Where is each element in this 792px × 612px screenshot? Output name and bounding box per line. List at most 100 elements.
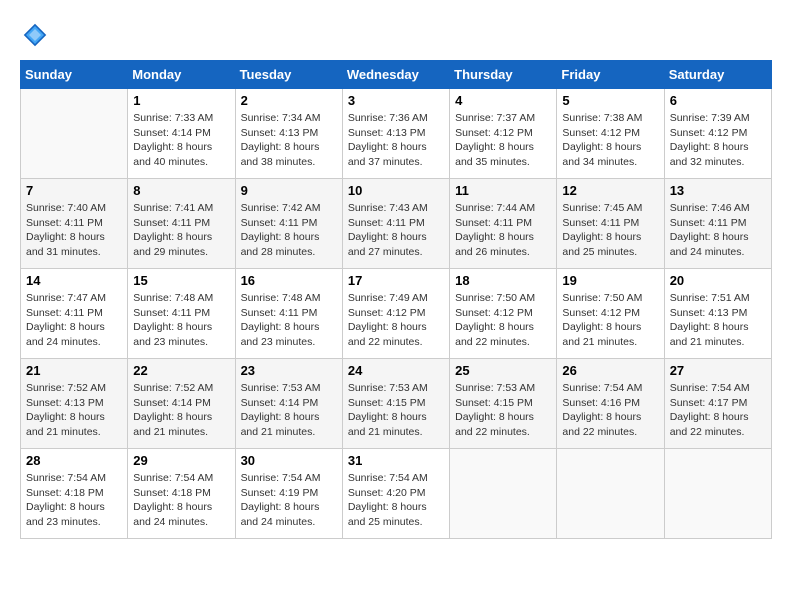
calendar-table: SundayMondayTuesdayWednesdayThursdayFrid… bbox=[20, 60, 772, 539]
day-number: 21 bbox=[26, 363, 122, 378]
day-info: Sunrise: 7:39 AM Sunset: 4:12 PM Dayligh… bbox=[670, 111, 766, 170]
day-number: 26 bbox=[562, 363, 658, 378]
day-cell: 27 Sunrise: 7:54 AM Sunset: 4:17 PM Dayli… bbox=[664, 359, 771, 449]
day-number: 6 bbox=[670, 93, 766, 108]
day-cell bbox=[664, 449, 771, 539]
header-cell-sunday: Sunday bbox=[21, 61, 128, 89]
day-info: Sunrise: 7:52 AM Sunset: 4:13 PM Dayligh… bbox=[26, 381, 122, 440]
day-number: 8 bbox=[133, 183, 229, 198]
day-info: Sunrise: 7:48 AM Sunset: 4:11 PM Dayligh… bbox=[241, 291, 337, 350]
day-cell: 6 Sunrise: 7:39 AM Sunset: 4:12 PM Daylig… bbox=[664, 89, 771, 179]
day-info: Sunrise: 7:54 AM Sunset: 4:16 PM Dayligh… bbox=[562, 381, 658, 440]
day-info: Sunrise: 7:50 AM Sunset: 4:12 PM Dayligh… bbox=[562, 291, 658, 350]
day-number: 22 bbox=[133, 363, 229, 378]
header-cell-friday: Friday bbox=[557, 61, 664, 89]
day-number: 16 bbox=[241, 273, 337, 288]
day-info: Sunrise: 7:49 AM Sunset: 4:12 PM Dayligh… bbox=[348, 291, 444, 350]
day-info: Sunrise: 7:41 AM Sunset: 4:11 PM Dayligh… bbox=[133, 201, 229, 260]
day-number: 25 bbox=[455, 363, 551, 378]
day-number: 12 bbox=[562, 183, 658, 198]
day-cell: 11 Sunrise: 7:44 AM Sunset: 4:11 PM Dayli… bbox=[450, 179, 557, 269]
day-cell bbox=[450, 449, 557, 539]
logo-icon bbox=[20, 20, 50, 50]
day-info: Sunrise: 7:54 AM Sunset: 4:19 PM Dayligh… bbox=[241, 471, 337, 530]
day-number: 19 bbox=[562, 273, 658, 288]
day-info: Sunrise: 7:48 AM Sunset: 4:11 PM Dayligh… bbox=[133, 291, 229, 350]
day-info: Sunrise: 7:54 AM Sunset: 4:18 PM Dayligh… bbox=[26, 471, 122, 530]
day-info: Sunrise: 7:42 AM Sunset: 4:11 PM Dayligh… bbox=[241, 201, 337, 260]
day-cell: 21 Sunrise: 7:52 AM Sunset: 4:13 PM Dayli… bbox=[21, 359, 128, 449]
calendar-header: SundayMondayTuesdayWednesdayThursdayFrid… bbox=[21, 61, 772, 89]
day-info: Sunrise: 7:54 AM Sunset: 4:17 PM Dayligh… bbox=[670, 381, 766, 440]
day-info: Sunrise: 7:53 AM Sunset: 4:14 PM Dayligh… bbox=[241, 381, 337, 440]
day-cell: 5 Sunrise: 7:38 AM Sunset: 4:12 PM Daylig… bbox=[557, 89, 664, 179]
day-info: Sunrise: 7:54 AM Sunset: 4:18 PM Dayligh… bbox=[133, 471, 229, 530]
day-info: Sunrise: 7:51 AM Sunset: 4:13 PM Dayligh… bbox=[670, 291, 766, 350]
day-cell: 25 Sunrise: 7:53 AM Sunset: 4:15 PM Dayli… bbox=[450, 359, 557, 449]
day-number: 20 bbox=[670, 273, 766, 288]
day-number: 18 bbox=[455, 273, 551, 288]
day-cell: 3Sunrise: 7:36 AM Sunset: 4:13 PM Daylig… bbox=[342, 89, 449, 179]
day-cell: 18 Sunrise: 7:50 AM Sunset: 4:12 PM Dayli… bbox=[450, 269, 557, 359]
day-cell: 9 Sunrise: 7:42 AM Sunset: 4:11 PM Daylig… bbox=[235, 179, 342, 269]
week-row-1: 1Sunrise: 7:33 AM Sunset: 4:14 PM Daylig… bbox=[21, 89, 772, 179]
day-number: 29 bbox=[133, 453, 229, 468]
day-info: Sunrise: 7:37 AM Sunset: 4:12 PM Dayligh… bbox=[455, 111, 551, 170]
day-number: 15 bbox=[133, 273, 229, 288]
day-cell: 1Sunrise: 7:33 AM Sunset: 4:14 PM Daylig… bbox=[128, 89, 235, 179]
day-number: 17 bbox=[348, 273, 444, 288]
day-cell: 22 Sunrise: 7:52 AM Sunset: 4:14 PM Dayli… bbox=[128, 359, 235, 449]
calendar-body: 1Sunrise: 7:33 AM Sunset: 4:14 PM Daylig… bbox=[21, 89, 772, 539]
day-cell: 30 Sunrise: 7:54 AM Sunset: 4:19 PM Dayli… bbox=[235, 449, 342, 539]
day-cell: 10Sunrise: 7:43 AM Sunset: 4:11 PM Dayli… bbox=[342, 179, 449, 269]
day-cell bbox=[21, 89, 128, 179]
day-cell: 26 Sunrise: 7:54 AM Sunset: 4:16 PM Dayli… bbox=[557, 359, 664, 449]
header-cell-tuesday: Tuesday bbox=[235, 61, 342, 89]
day-info: Sunrise: 7:53 AM Sunset: 4:15 PM Dayligh… bbox=[455, 381, 551, 440]
day-number: 31 bbox=[348, 453, 444, 468]
day-number: 23 bbox=[241, 363, 337, 378]
week-row-5: 28 Sunrise: 7:54 AM Sunset: 4:18 PM Dayli… bbox=[21, 449, 772, 539]
day-cell bbox=[557, 449, 664, 539]
day-cell: 16 Sunrise: 7:48 AM Sunset: 4:11 PM Dayli… bbox=[235, 269, 342, 359]
day-cell: 17 Sunrise: 7:49 AM Sunset: 4:12 PM Dayli… bbox=[342, 269, 449, 359]
day-info: Sunrise: 7:50 AM Sunset: 4:12 PM Dayligh… bbox=[455, 291, 551, 350]
day-number: 28 bbox=[26, 453, 122, 468]
day-info: Sunrise: 7:38 AM Sunset: 4:12 PM Dayligh… bbox=[562, 111, 658, 170]
day-cell: 23 Sunrise: 7:53 AM Sunset: 4:14 PM Dayli… bbox=[235, 359, 342, 449]
header-cell-thursday: Thursday bbox=[450, 61, 557, 89]
day-cell: 7Sunrise: 7:40 AM Sunset: 4:11 PM Daylig… bbox=[21, 179, 128, 269]
day-info: Sunrise: 7:54 AM Sunset: 4:20 PM Dayligh… bbox=[348, 471, 444, 530]
week-row-2: 7Sunrise: 7:40 AM Sunset: 4:11 PM Daylig… bbox=[21, 179, 772, 269]
day-number: 24 bbox=[348, 363, 444, 378]
header-row: SundayMondayTuesdayWednesdayThursdayFrid… bbox=[21, 61, 772, 89]
day-info: Sunrise: 7:52 AM Sunset: 4:14 PM Dayligh… bbox=[133, 381, 229, 440]
day-cell: 12Sunrise: 7:45 AM Sunset: 4:11 PM Dayli… bbox=[557, 179, 664, 269]
day-info: Sunrise: 7:34 AM Sunset: 4:13 PM Dayligh… bbox=[241, 111, 337, 170]
week-row-3: 14Sunrise: 7:47 AM Sunset: 4:11 PM Dayli… bbox=[21, 269, 772, 359]
day-cell: 20 Sunrise: 7:51 AM Sunset: 4:13 PM Dayli… bbox=[664, 269, 771, 359]
day-number: 11 bbox=[455, 183, 551, 198]
day-number: 3 bbox=[348, 93, 444, 108]
day-number: 9 bbox=[241, 183, 337, 198]
day-number: 13 bbox=[670, 183, 766, 198]
day-cell: 24 Sunrise: 7:53 AM Sunset: 4:15 PM Dayli… bbox=[342, 359, 449, 449]
day-number: 2 bbox=[241, 93, 337, 108]
day-info: Sunrise: 7:53 AM Sunset: 4:15 PM Dayligh… bbox=[348, 381, 444, 440]
day-number: 30 bbox=[241, 453, 337, 468]
day-info: Sunrise: 7:44 AM Sunset: 4:11 PM Dayligh… bbox=[455, 201, 551, 260]
day-cell: 31 Sunrise: 7:54 AM Sunset: 4:20 PM Dayli… bbox=[342, 449, 449, 539]
day-number: 27 bbox=[670, 363, 766, 378]
day-info: Sunrise: 7:46 AM Sunset: 4:11 PM Dayligh… bbox=[670, 201, 766, 260]
header-cell-wednesday: Wednesday bbox=[342, 61, 449, 89]
header-cell-saturday: Saturday bbox=[664, 61, 771, 89]
day-cell: 14Sunrise: 7:47 AM Sunset: 4:11 PM Dayli… bbox=[21, 269, 128, 359]
week-row-4: 21 Sunrise: 7:52 AM Sunset: 4:13 PM Dayli… bbox=[21, 359, 772, 449]
day-cell: 15 Sunrise: 7:48 AM Sunset: 4:11 PM Dayli… bbox=[128, 269, 235, 359]
day-info: Sunrise: 7:47 AM Sunset: 4:11 PM Dayligh… bbox=[26, 291, 122, 350]
day-number: 1 bbox=[133, 93, 229, 108]
day-cell: 19 Sunrise: 7:50 AM Sunset: 4:12 PM Dayli… bbox=[557, 269, 664, 359]
day-cell: 13 Sunrise: 7:46 AM Sunset: 4:11 PM Dayli… bbox=[664, 179, 771, 269]
day-number: 5 bbox=[562, 93, 658, 108]
day-cell: 8 Sunrise: 7:41 AM Sunset: 4:11 PM Daylig… bbox=[128, 179, 235, 269]
